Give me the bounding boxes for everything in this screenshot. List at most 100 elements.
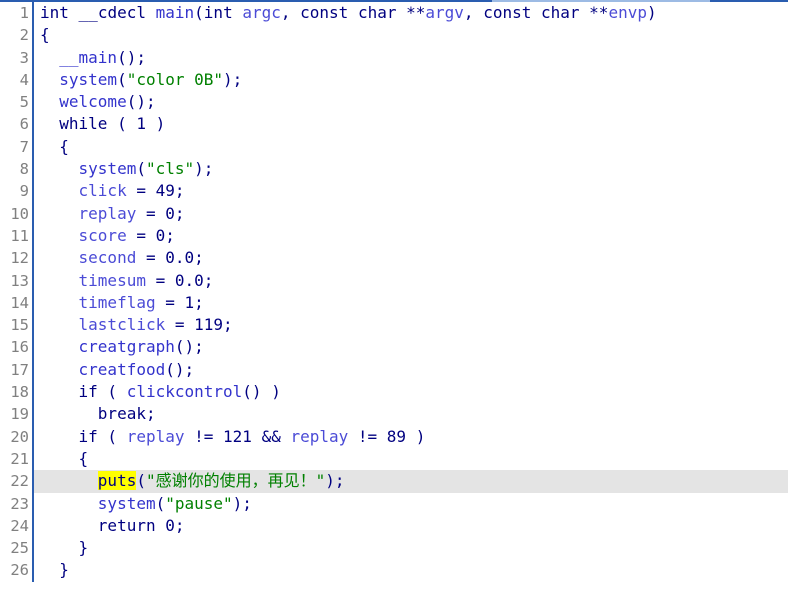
code-line[interactable]: 6 while ( 1 ) [0, 113, 788, 136]
line-number[interactable]: 18 [0, 381, 34, 404]
line-number[interactable]: 25 [0, 537, 34, 560]
code-token: ); [325, 471, 345, 491]
code-token: ( [107, 114, 137, 134]
code-line-text[interactable]: welcome(); [34, 91, 788, 113]
code-line[interactable]: 22 puts("感谢你的使用，再见！"); [0, 470, 788, 493]
line-number[interactable]: 19 [0, 403, 34, 426]
code-line-text[interactable]: while ( 1 ) [34, 113, 788, 135]
code-line[interactable]: 5 welcome(); [0, 91, 788, 114]
line-number[interactable]: 3 [0, 46, 34, 69]
code-line-text[interactable]: int __cdecl main(int argc, const char **… [34, 2, 788, 24]
code-line[interactable]: 10 replay = 0; [0, 202, 788, 225]
code-line-text[interactable]: __main(); [34, 47, 788, 69]
code-token: timeflag [78, 292, 156, 312]
code-line[interactable]: 9 click = 49; [0, 180, 788, 203]
code-line[interactable]: 3 __main(); [0, 46, 788, 69]
code-token: ; [194, 248, 204, 268]
code-line[interactable]: 2{ [0, 24, 788, 47]
line-number[interactable]: 20 [0, 425, 34, 448]
code-line-text[interactable]: creatgraph(); [34, 336, 788, 358]
code-token: while [59, 114, 108, 134]
code-line[interactable]: 13 timesum = 0.0; [0, 269, 788, 292]
code-line-text[interactable]: timesum = 0.0; [34, 270, 788, 292]
code-line[interactable]: 8 system("cls"); [0, 158, 788, 181]
code-line-text[interactable]: break; [34, 403, 788, 425]
code-token: const [483, 3, 532, 22]
code-token: ( [97, 382, 127, 402]
code-line-text[interactable]: { [34, 448, 788, 470]
line-number[interactable]: 21 [0, 447, 34, 471]
code-token: ( [194, 3, 204, 22]
line-number[interactable]: 17 [0, 358, 34, 382]
code-line[interactable]: 26 } [0, 559, 788, 582]
code-line-text[interactable]: creatfood(); [34, 359, 788, 381]
line-number[interactable]: 15 [0, 314, 34, 337]
code-line[interactable]: 16 creatgraph(); [0, 336, 788, 359]
code-line-text[interactable]: if ( clickcontrol() ) [34, 381, 788, 403]
code-line[interactable]: 11 score = 0; [0, 224, 788, 248]
line-number[interactable]: 14 [0, 291, 34, 315]
code-line[interactable]: 1 int __cdecl main(int argc, const char *… [0, 2, 788, 25]
code-token: = [155, 292, 185, 312]
code-line-text[interactable]: lastclick = 119; [34, 314, 788, 336]
code-line[interactable]: 18 if ( clickcontrol() ) [0, 381, 788, 404]
line-number[interactable]: 13 [0, 269, 34, 292]
code-line[interactable]: 19 break; [0, 403, 788, 426]
code-token: int [203, 3, 233, 22]
code-line[interactable]: 24 return 0; [0, 514, 788, 538]
line-number[interactable]: 11 [0, 224, 34, 248]
code-line-text[interactable]: } [34, 559, 788, 581]
line-number[interactable]: 26 [0, 559, 34, 582]
line-number[interactable]: 6 [0, 113, 34, 136]
line-number[interactable]: 8 [0, 158, 34, 181]
code-line[interactable]: 25 } [0, 537, 788, 560]
code-line-text[interactable]: second = 0.0; [34, 247, 788, 269]
code-line-text[interactable]: if ( replay != 121 && replay != 89 ) [34, 426, 788, 448]
code-line-text[interactable]: { [34, 136, 788, 158]
code-line-text[interactable]: score = 0; [34, 225, 788, 247]
code-line-text[interactable]: } [34, 537, 788, 559]
code-token: 1 [184, 292, 195, 312]
line-number[interactable]: 23 [0, 492, 34, 515]
code-line-text[interactable]: system("cls"); [34, 158, 788, 180]
code-line[interactable]: 20 if ( replay != 121 && replay != 89 ) [0, 425, 788, 448]
code-line-text[interactable]: system("pause"); [34, 493, 788, 515]
code-line[interactable]: 15 lastclick = 119; [0, 314, 788, 337]
line-number[interactable]: 1 [0, 2, 34, 25]
code-line-text[interactable]: return 0; [34, 515, 788, 537]
code-line-text[interactable]: timeflag = 1; [34, 292, 788, 314]
code-line[interactable]: 4 system("color 0B"); [0, 68, 788, 92]
code-line[interactable]: 17 creatfood(); [0, 358, 788, 382]
code-token: if [78, 382, 98, 402]
code-line[interactable]: 23 system("pause"); [0, 492, 788, 515]
line-number[interactable]: 4 [0, 68, 34, 92]
code-line-text[interactable]: system("color 0B"); [34, 69, 788, 91]
code-line-text[interactable]: { [34, 24, 788, 46]
line-number[interactable]: 22 [0, 470, 34, 493]
code-line-text[interactable]: click = 49; [34, 180, 788, 202]
line-number[interactable]: 9 [0, 180, 34, 203]
code-line[interactable]: 21 { [0, 447, 788, 471]
code-token: = [136, 203, 166, 223]
line-number[interactable]: 16 [0, 336, 34, 359]
line-number[interactable]: 2 [0, 24, 34, 47]
code-token: replay [290, 426, 349, 446]
code-line[interactable]: 14 timeflag = 1; [0, 291, 788, 315]
line-number[interactable]: 5 [0, 91, 34, 114]
code-token: "pause" [165, 493, 233, 513]
line-number[interactable]: 10 [0, 202, 34, 225]
line-number[interactable]: 7 [0, 135, 34, 159]
code-line-text[interactable]: replay = 0; [34, 203, 788, 225]
line-number[interactable]: 12 [0, 247, 34, 270]
code-line-list[interactable]: 1 int __cdecl main(int argc, const char *… [0, 2, 788, 610]
line-number[interactable]: 24 [0, 514, 34, 538]
code-line[interactable]: 7 { [0, 135, 788, 159]
highlighted-token[interactable]: puts [97, 471, 137, 491]
code-line-text[interactable]: puts("感谢你的使用，再见！"); [34, 470, 788, 492]
code-line[interactable]: 12 second = 0.0; [0, 247, 788, 270]
pseudocode-code-view[interactable]: 1 int __cdecl main(int argc, const char *… [0, 0, 788, 610]
